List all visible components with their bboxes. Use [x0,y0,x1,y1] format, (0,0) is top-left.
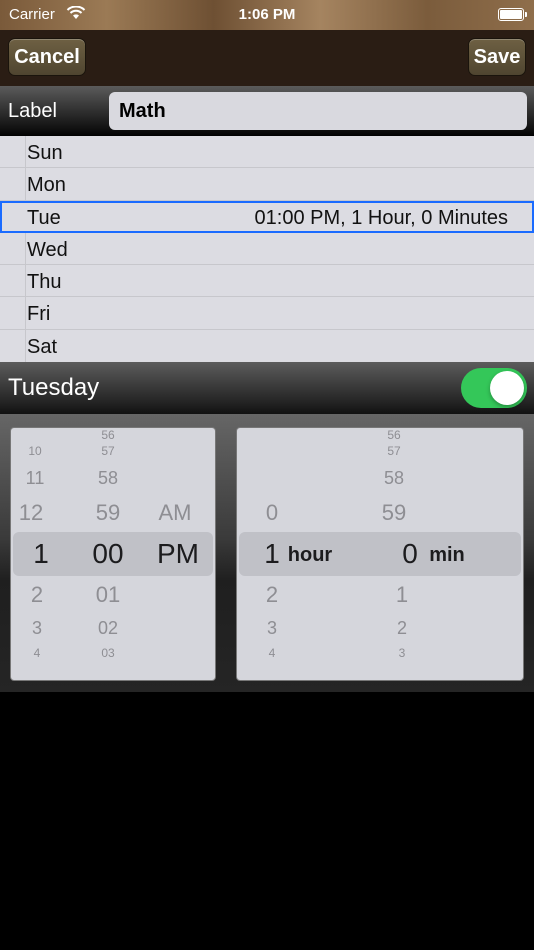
duration-minute-value: 58 [383,468,405,488]
duration-minute-value: 57 [387,444,401,458]
hour-value: 4 [33,646,41,660]
battery-icon [498,8,527,21]
day-row-fri[interactable]: Fri [0,297,534,330]
hour-value: 12 [18,500,44,525]
duration-hour-value: 0 [265,500,279,525]
duration-minute-value: 56 [387,428,401,442]
cancel-button[interactable]: Cancel [8,38,86,76]
day-row-sat[interactable]: Sat [0,329,534,363]
save-button[interactable]: Save [468,38,526,76]
day-name: Sat [27,335,58,358]
day-name: Fri [27,303,51,326]
duration-hour-value: 3 [266,618,277,638]
status-bar: Carrier 1:06 PM [0,0,534,30]
minute-value: 59 [95,500,121,525]
duration-hour-unit: hour [287,544,333,566]
label-caption: Label [8,100,57,122]
minute-value: 58 [97,468,119,488]
day-enabled-toggle[interactable] [461,368,527,408]
minute-value: 57 [101,444,115,458]
toggle-knob [490,371,524,405]
day-schedule-detail: 01:00 PM, 1 Hour, 0 Minutes [254,206,508,229]
time-picker[interactable]: 10 11 12 1 2 3 4 56 57 58 59 00 01 02 03… [10,427,216,681]
hour-value: 3 [31,618,42,638]
day-row-wed[interactable]: Wed [0,232,534,266]
minute-value: 01 [95,582,121,607]
day-row-tue[interactable]: Tue 01:00 PM, 1 Hour, 0 Minutes [0,200,534,233]
hour-value: 2 [30,582,44,607]
day-header: Tuesday [0,362,534,414]
minute-value: 02 [97,618,119,638]
navigation-bar: Cancel Save [0,30,534,86]
duration-minute-value: 59 [381,500,407,525]
day-name: Wed [27,238,68,261]
minute-selected: 00 [92,538,124,569]
label-input[interactable] [109,92,527,130]
day-row-thu[interactable]: Thu [0,265,534,298]
ampm-value: AM [158,500,192,525]
duration-minute-unit: min [429,544,465,566]
day-name: Tue [27,206,61,229]
duration-minute-value: 3 [398,646,406,660]
duration-minute-value: 2 [396,618,407,638]
picker-area: 10 11 12 1 2 3 4 56 57 58 59 00 01 02 03… [0,414,534,692]
day-name: Sun [27,142,63,164]
duration-hour-value: 2 [265,582,279,607]
duration-hour-value: 4 [268,646,276,660]
duration-picker[interactable]: 0 1 hour 2 3 4 56 57 58 59 0 min 1 2 3 [236,427,524,681]
duration-hour-selected: 1 [264,538,280,569]
day-row-mon[interactable]: Mon [0,168,534,201]
day-list: Sun Mon Tue 01:00 PM, 1 Hour, 0 Minutes … [0,136,534,363]
hour-selected: 1 [33,538,49,569]
minute-value: 56 [101,428,115,442]
duration-minute-selected: 0 [402,538,418,569]
status-time: 1:06 PM [238,6,296,23]
day-row-sun[interactable]: Sun [0,136,534,169]
day-name: Mon [27,174,66,197]
duration-minute-value: 1 [395,582,409,607]
label-row: Label [0,86,534,136]
minute-value: 03 [101,646,115,660]
ampm-selected: PM [157,538,199,569]
selected-day-title: Tuesday [8,374,100,401]
day-name: Thu [27,271,62,294]
hour-value: 10 [28,444,42,458]
hour-value: 11 [25,468,45,488]
